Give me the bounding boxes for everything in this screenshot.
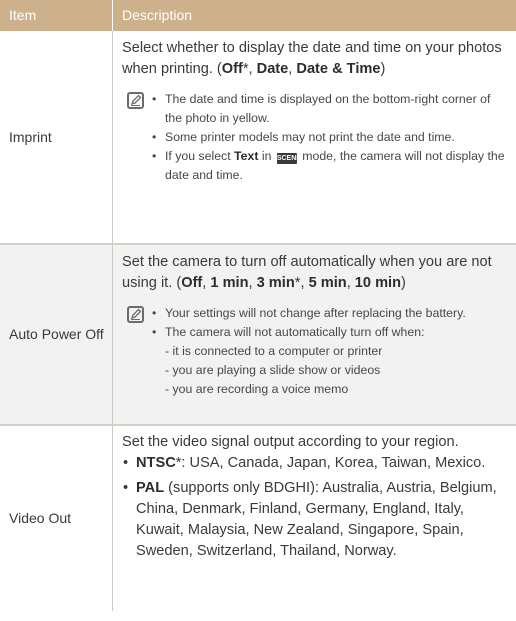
region-list: NTSC*: USA, Canada, Japan, Korea, Taiwan…	[122, 453, 506, 562]
note-pencil-icon	[127, 92, 144, 109]
list-item: If you select Text in SCENE mode, the ca…	[151, 147, 506, 185]
table-row-video-out: Video Out Set the video signal output ac…	[0, 426, 516, 611]
sub-item: - you are recording a voice memo	[165, 382, 349, 396]
sub-item: - it is connected to a computer or print…	[165, 344, 383, 358]
list-item: NTSC*: USA, Canada, Japan, Korea, Taiwan…	[122, 453, 506, 474]
note-list: The date and time is displayed on the bo…	[151, 90, 506, 185]
note-list: Your settings will not change after repl…	[151, 304, 466, 399]
list-item: The date and time is displayed on the bo…	[151, 90, 506, 128]
description-cell: Set the camera to turn off automatically…	[113, 245, 516, 424]
settings-table: Item Description Imprint Select whether …	[0, 0, 516, 611]
item-label: Video Out	[0, 426, 113, 611]
description-text: Select whether to display the date and t…	[122, 40, 502, 77]
description-text: Set the video signal output according to…	[122, 434, 459, 450]
table-row-imprint: Imprint Select whether to display the da…	[0, 31, 516, 245]
list-item: Your settings will not change after repl…	[151, 304, 466, 323]
list-item: The camera will not automatically turn o…	[151, 323, 466, 342]
header-description: Description	[122, 7, 193, 23]
description-cell: Set the video signal output according to…	[113, 426, 516, 611]
item-label: Auto Power Off	[0, 245, 113, 424]
description-text: Set the camera to turn off automatically…	[122, 254, 492, 291]
note-block: Your settings will not change after repl…	[122, 304, 506, 399]
sub-item: - you are playing a slide show or videos	[165, 363, 381, 377]
item-label: Imprint	[0, 31, 113, 243]
header-item: Item	[0, 0, 113, 31]
scene-mode-icon: SCENE	[276, 153, 301, 164]
description-cell: Select whether to display the date and t…	[113, 31, 516, 243]
list-item: Some printer models may not print the da…	[151, 128, 506, 147]
note-block: The date and time is displayed on the bo…	[122, 90, 506, 185]
table-row-auto-power-off: Auto Power Off Set the camera to turn of…	[0, 245, 516, 426]
list-item: PAL (supports only BDGHI): Australia, Au…	[122, 478, 506, 562]
note-pencil-icon	[127, 306, 144, 323]
table-header: Item Description	[0, 0, 516, 31]
